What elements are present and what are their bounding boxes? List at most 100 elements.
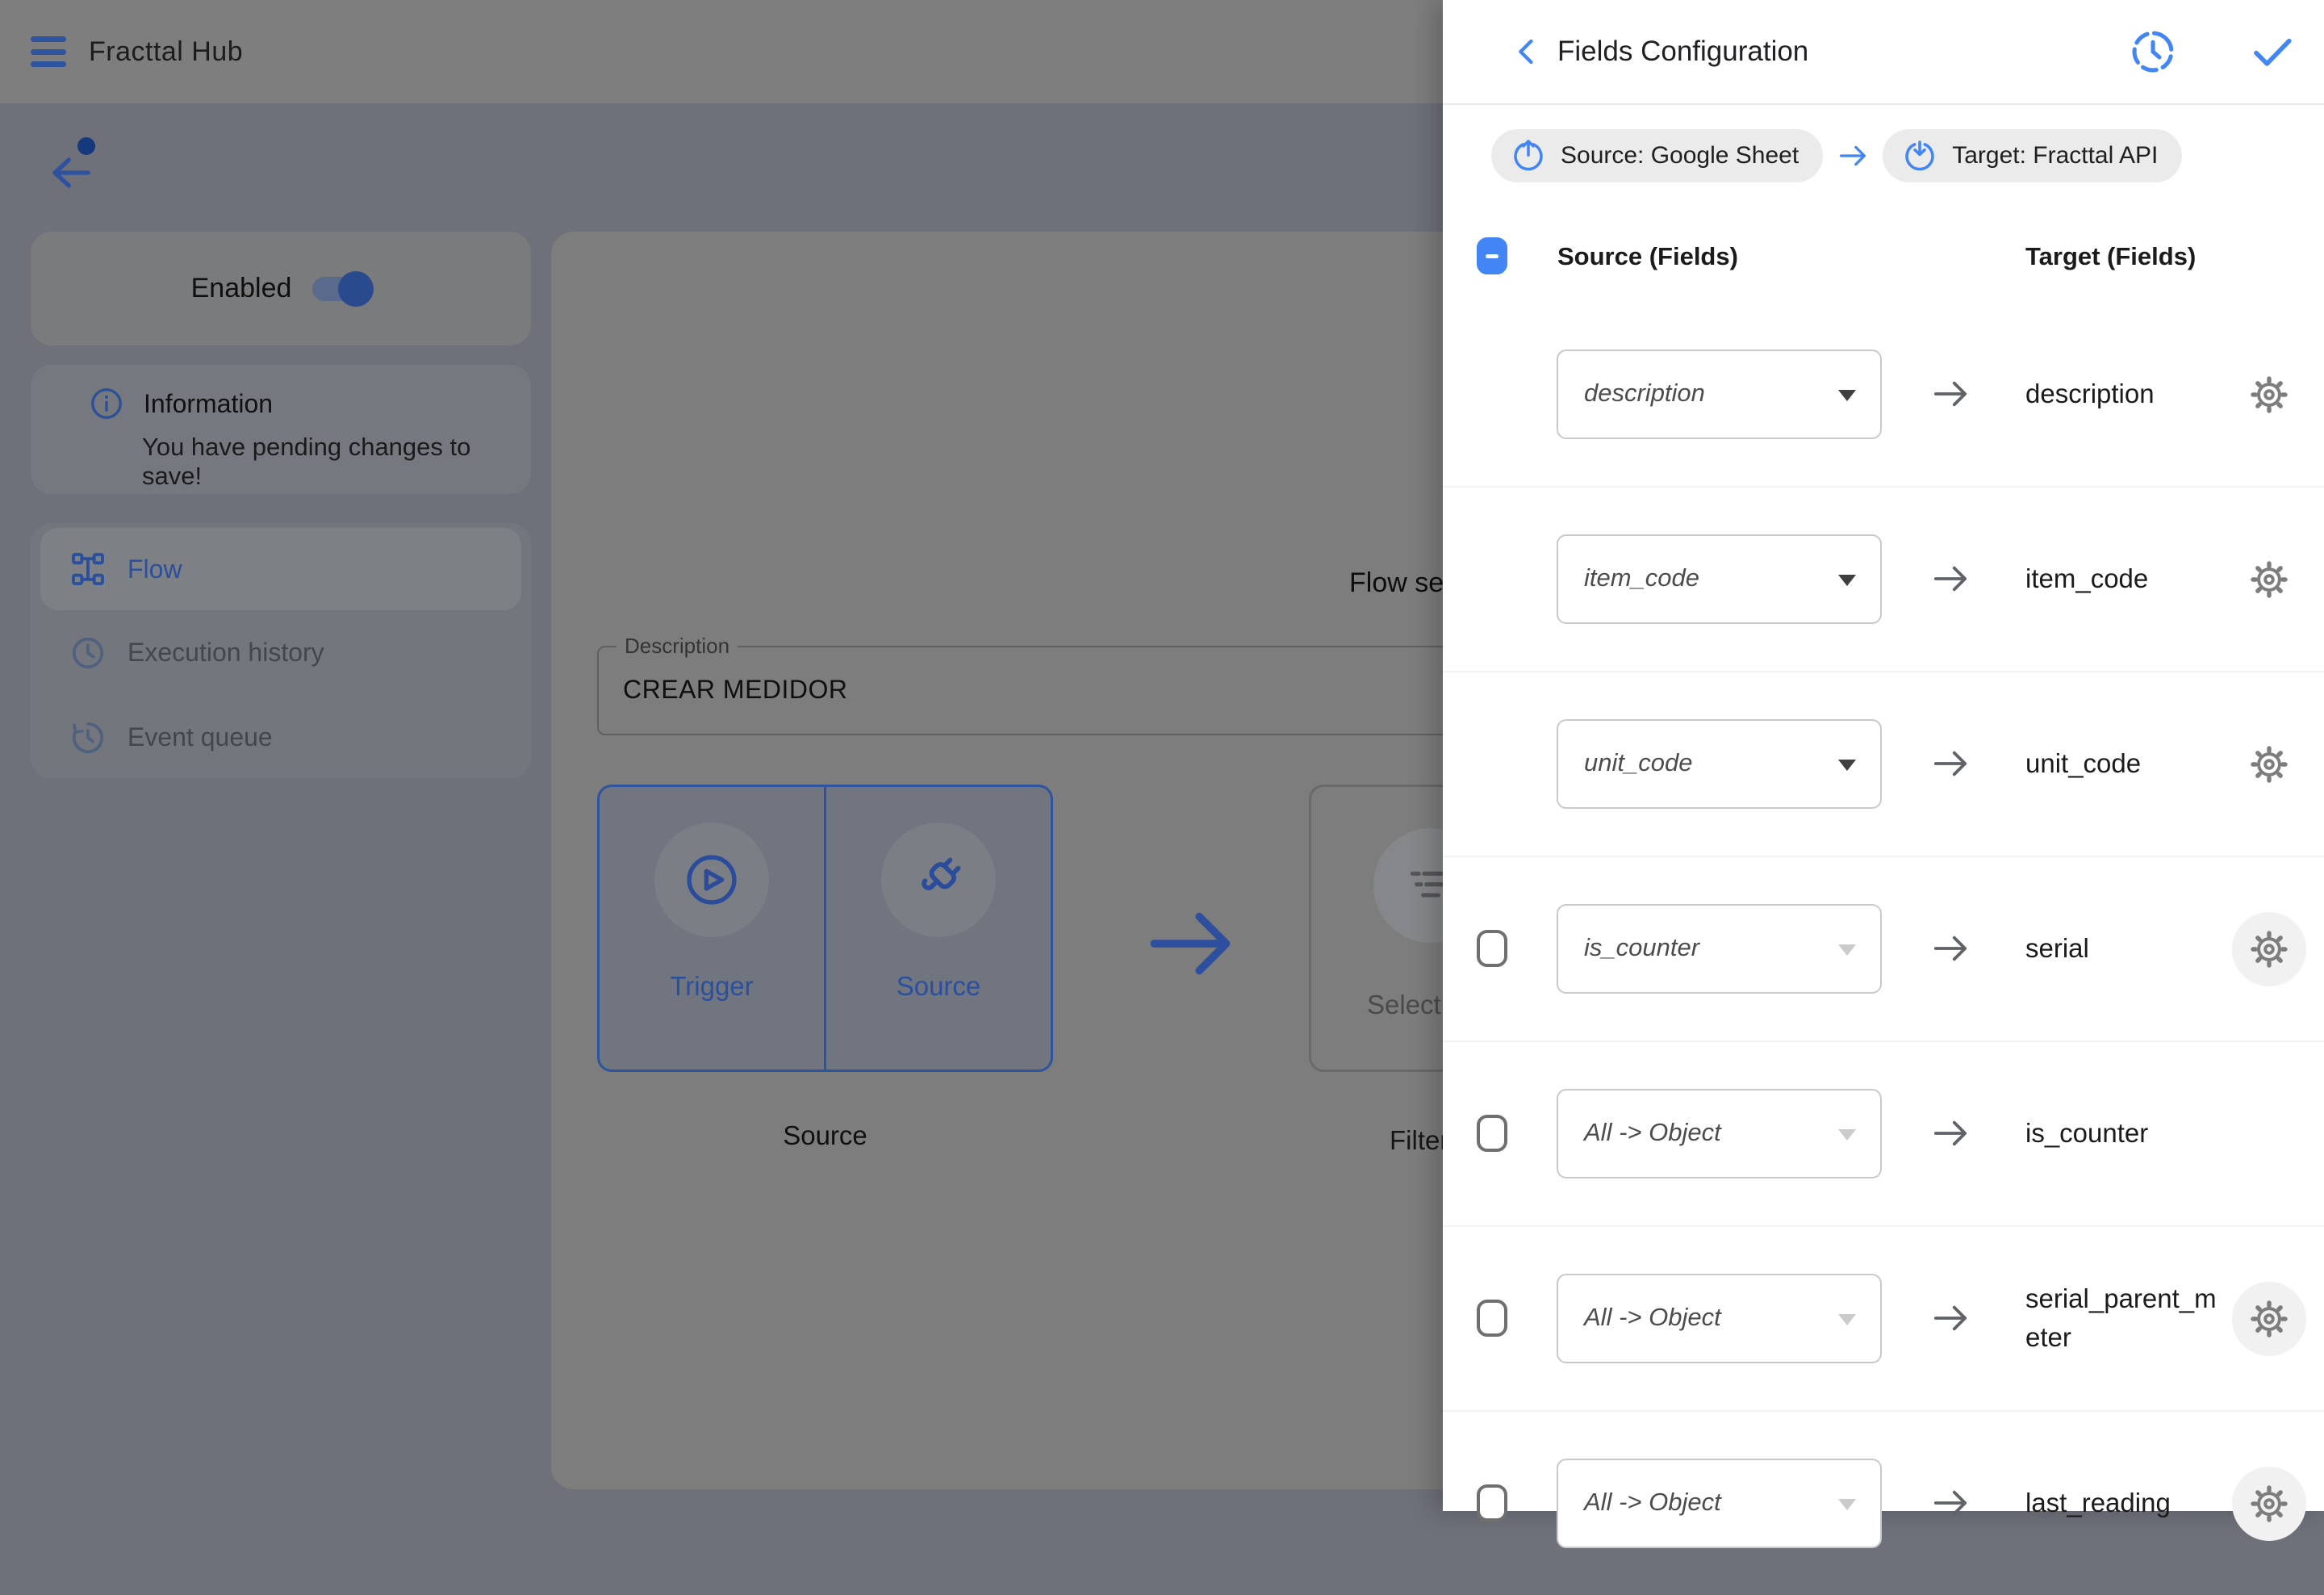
sidebar-nav: Flow Execution history Event queue (31, 523, 531, 778)
select-all-checkbox[interactable] (1477, 237, 1507, 274)
source-field-value: description (1584, 379, 1705, 408)
source-step-caption: Source (597, 1120, 1053, 1151)
download-circle-icon (1902, 138, 1937, 174)
description-field-label: Description (617, 634, 738, 659)
gear-icon[interactable] (2232, 1282, 2306, 1356)
sidebar-item-execution-history[interactable]: Execution history (31, 610, 531, 695)
source-field-select[interactable]: is_counter (1557, 904, 1882, 994)
trigger-node-button[interactable]: Trigger (600, 787, 824, 1070)
gear-icon[interactable] (2232, 912, 2306, 986)
chevron-down-icon (1838, 1129, 1856, 1141)
gear-icon[interactable] (2232, 542, 2306, 617)
target-field-label: serial_parent_meter (2025, 1267, 2217, 1369)
arrow-right-icon (1927, 1110, 1974, 1157)
target-field-label: unit_code (2025, 713, 2217, 814)
source-field-value: is_counter (1584, 933, 1699, 962)
target-field-label: item_code (2025, 528, 2217, 630)
arrow-right-icon (1927, 925, 1974, 972)
source-chip-label: Source: Google Sheet (1561, 142, 1799, 170)
target-field-label: description (2025, 343, 2217, 445)
chevron-down-icon (1838, 1499, 1856, 1510)
sidebar-item-flow[interactable]: Flow (40, 528, 521, 610)
source-node-label: Source (897, 971, 981, 1002)
target-field-label: is_counter (2025, 1082, 2217, 1184)
notification-dot (77, 137, 95, 155)
arrow-right-icon (1927, 740, 1974, 787)
clock-icon (69, 634, 107, 672)
trigger-node-label: Trigger (670, 971, 753, 1002)
target-field-label: serial (2025, 898, 2217, 999)
fields-mapping-list: description description (1443, 303, 2324, 1595)
description-field-value: CREAR MEDIDOR (623, 675, 848, 705)
info-circle-icon (89, 386, 124, 421)
row-checkbox[interactable] (1477, 930, 1507, 967)
arrow-right-icon (1927, 555, 1974, 602)
row-checkbox[interactable] (1477, 1115, 1507, 1152)
hamburger-icon[interactable] (31, 36, 66, 67)
sidebar-item-label: Execution history (127, 638, 324, 668)
fields-table-header: Source (Fields) Target (Fields) (1443, 237, 2324, 278)
source-field-select[interactable]: All -> Object (1557, 1459, 1882, 1548)
arrow-right-icon (1927, 1480, 1974, 1526)
row-checkbox[interactable] (1477, 1484, 1507, 1522)
gear-icon[interactable] (2232, 727, 2306, 802)
chevron-down-icon (1838, 760, 1856, 771)
sidebar-item-label: Event queue (127, 722, 273, 752)
back-arrow-icon[interactable] (45, 147, 97, 199)
check-icon[interactable] (2247, 26, 2298, 77)
source-field-select[interactable]: All -> Object (1557, 1274, 1882, 1363)
sidebar-item-event-queue[interactable]: Event queue (31, 695, 531, 780)
source-field-value: item_code (1584, 563, 1699, 592)
field-mapping-row: All -> Object serial_parent_meter (1443, 1227, 2324, 1412)
source-column-header: Source (Fields) (1557, 242, 1738, 271)
source-field-value: All -> Object (1584, 1303, 1721, 1332)
filter-step-caption: Filter (1390, 1125, 1448, 1156)
fields-configuration-drawer: Fields Configuration Source: Google Shee… (1443, 0, 2324, 1511)
schema-icon (69, 551, 107, 588)
source-field-select[interactable]: All -> Object (1557, 1089, 1882, 1178)
field-mapping-row: All -> Object is_counter (1443, 1042, 2324, 1227)
play-circle-icon (654, 823, 769, 937)
row-checkbox[interactable] (1477, 1300, 1507, 1337)
arrow-right-icon (1927, 370, 1974, 417)
source-field-value: All -> Object (1584, 1488, 1721, 1517)
arrow-right-icon (1136, 890, 1244, 998)
source-chip[interactable]: Source: Google Sheet (1491, 129, 1823, 182)
sidebar-item-label: Flow (127, 555, 182, 584)
gear-icon[interactable] (2232, 1467, 2306, 1541)
drawer-title: Fields Configuration (1557, 36, 1808, 68)
chevron-down-icon (1838, 390, 1856, 401)
plug-icon (881, 823, 996, 937)
field-mapping-row: All -> Object last_reading (1443, 1412, 2324, 1595)
enabled-label: Enabled (191, 273, 292, 304)
target-field-label: last_reading (2025, 1452, 2217, 1554)
history-toggle-icon[interactable] (2127, 26, 2179, 77)
chevron-down-icon (1838, 1314, 1856, 1325)
upload-circle-icon (1511, 138, 1546, 174)
info-title: Information (144, 389, 273, 419)
info-message: You have pending changes to save! (31, 421, 531, 491)
field-mapping-row: item_code item_code (1443, 488, 2324, 672)
field-mapping-row: is_counter serial (1443, 857, 2324, 1042)
arrow-right-icon (1927, 1295, 1974, 1342)
app-title: Fracttal Hub (89, 36, 243, 68)
chevron-down-icon (1838, 575, 1856, 586)
arrow-right-icon (1834, 137, 1871, 174)
source-field-value: All -> Object (1584, 1118, 1721, 1147)
gear-icon[interactable] (2232, 358, 2306, 432)
information-card: Information You have pending changes to … (31, 365, 531, 494)
source-field-select[interactable]: item_code (1557, 534, 1882, 624)
source-field-select[interactable]: description (1557, 350, 1882, 439)
enabled-card: Enabled (31, 232, 531, 345)
connector-chips: Source: Google Sheet Target: Fracttal AP… (1491, 129, 2182, 182)
trigger-source-node: Trigger Source (597, 785, 1053, 1072)
target-chip-label: Target: Fracttal API (1952, 142, 2158, 170)
enabled-toggle[interactable] (312, 277, 370, 301)
chevron-left-icon[interactable] (1506, 31, 1548, 73)
field-mapping-row: description description (1443, 303, 2324, 488)
field-mapping-row: unit_code unit_code (1443, 672, 2324, 857)
source-field-select[interactable]: unit_code (1557, 719, 1882, 809)
source-node-button[interactable]: Source (824, 787, 1051, 1070)
target-column-header: Target (Fields) (2025, 242, 2196, 271)
target-chip[interactable]: Target: Fracttal API (1883, 129, 2182, 182)
